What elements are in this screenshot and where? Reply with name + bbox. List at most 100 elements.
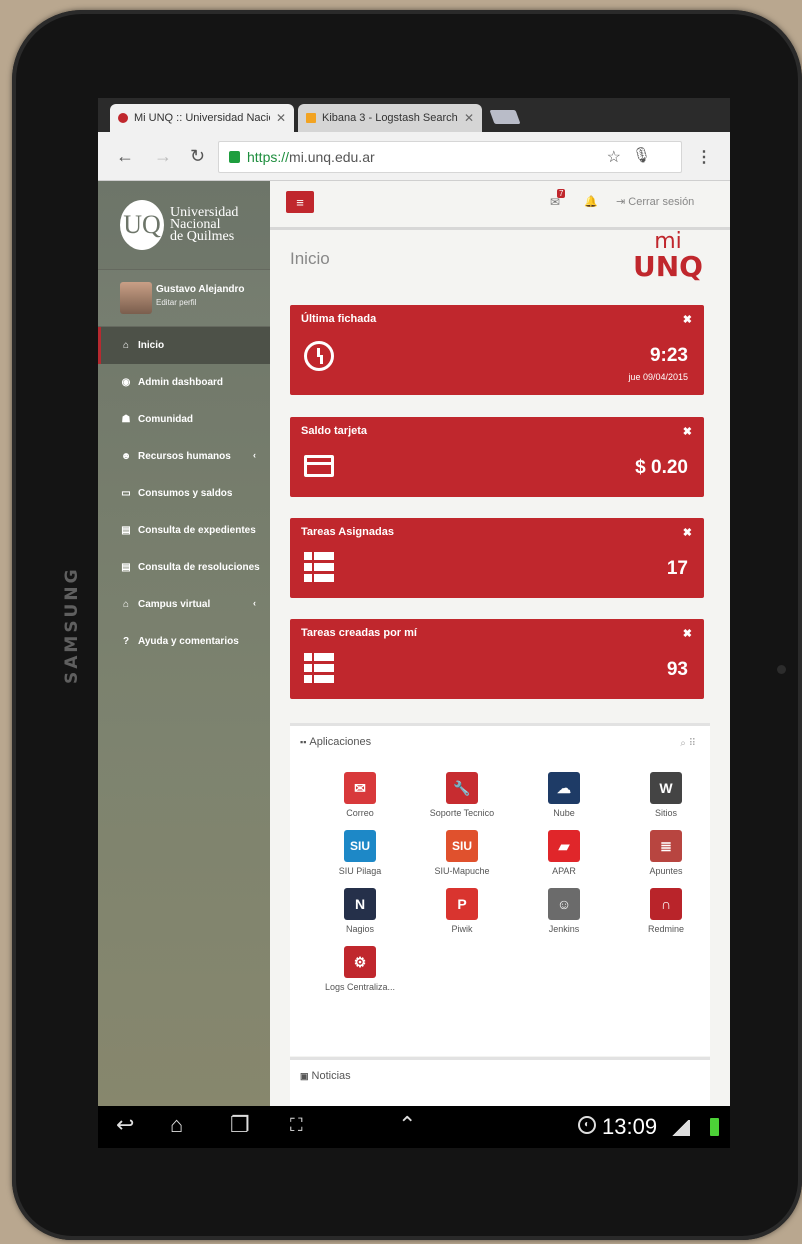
address-bar: ← → ↻ https://mi.unq.edu.ar ☆ 🎙 ⋮ bbox=[98, 132, 730, 181]
siu-pilaga-icon: SIU bbox=[344, 830, 376, 862]
wrench-icon: 🔧 bbox=[446, 772, 478, 804]
app-label: Jenkins bbox=[548, 924, 580, 934]
sidebar-item-recursos-humanos[interactable]: ☻ Recursos humanos ‹ bbox=[98, 438, 270, 475]
card-title: Última fichada bbox=[301, 313, 377, 325]
tab-mi-unq[interactable]: Mi UNQ :: Universidad Nacio ✕ bbox=[110, 104, 294, 132]
sidebar-item-ayuda[interactable]: ? Ayuda y comentarios bbox=[98, 623, 270, 660]
camera-dot bbox=[777, 665, 786, 674]
sidebar-menu: ⌂ Inicio ◉ Admin dashboard ☗ Comunidad ☻ Rec… bbox=[98, 327, 270, 660]
status-clock: 13:09 bbox=[602, 1114, 658, 1139]
app-tile[interactable]: W Sitios bbox=[616, 772, 716, 819]
news-title: Noticias bbox=[311, 1070, 351, 1082]
reload-icon[interactable]: ↻ bbox=[190, 146, 205, 167]
card-tareas-creadas: Tareas creadas por mí ✖ 93 bbox=[290, 619, 704, 699]
avatar[interactable] bbox=[120, 282, 152, 314]
apps-tools: ⌕ ⠿ bbox=[680, 738, 696, 749]
web-app: UQ Universidad Nacional de Quilmes Gusta… bbox=[98, 181, 730, 1106]
app-tile[interactable]: ⚙ Logs Centraliza... bbox=[310, 946, 410, 993]
card-title: Tareas Asignadas bbox=[301, 526, 394, 538]
app-tile[interactable]: SIU SIU Pilaga bbox=[310, 830, 410, 877]
sidebar-item-label: Ayuda y comentarios bbox=[138, 636, 239, 647]
mi-unq-logo: mi UNQ bbox=[630, 231, 706, 281]
sidebar-item-admin-dashboard[interactable]: ◉ Admin dashboard bbox=[98, 364, 270, 401]
newspaper-icon: ▣ bbox=[300, 1071, 309, 1081]
bell-icon[interactable]: 🔔 bbox=[584, 195, 598, 208]
graduation-icon: ⌂ bbox=[122, 599, 130, 610]
close-card-icon[interactable]: ✖ bbox=[683, 627, 692, 640]
back-arrow-icon[interactable]: ← bbox=[116, 146, 134, 167]
card-title: Tareas creadas por mí bbox=[301, 627, 417, 639]
gear-icon: ⚙ bbox=[344, 946, 376, 978]
hamburger-menu-button[interactable]: ≡ bbox=[286, 191, 314, 213]
forward-arrow-icon[interactable]: → bbox=[154, 146, 172, 167]
bookmark-star-icon[interactable]: ☆ bbox=[607, 147, 621, 167]
nagios-icon: N bbox=[344, 888, 376, 920]
new-tab-button[interactable] bbox=[489, 110, 521, 124]
close-tab-icon[interactable]: ✕ bbox=[464, 111, 474, 125]
user-name: Gustavo Alejandro bbox=[156, 284, 245, 295]
mail-icon: ✉ bbox=[344, 772, 376, 804]
screenshot-icon[interactable]: ⛶ bbox=[290, 1115, 303, 1136]
close-card-icon[interactable]: ✖ bbox=[683, 526, 692, 539]
screen: Mi UNQ :: Universidad Nacio ✕ Kibana 3 -… bbox=[98, 98, 730, 1106]
sidebar-item-resoluciones[interactable]: ▤ Consulta de resoluciones bbox=[98, 549, 270, 586]
back-icon[interactable]: ↩ bbox=[116, 1112, 134, 1138]
sidebar-item-campus-virtual[interactable]: ⌂ Campus virtual ‹ bbox=[98, 586, 270, 623]
microphone-icon[interactable]: 🎙 bbox=[632, 146, 651, 164]
app-tile[interactable]: ≣ Apuntes bbox=[616, 830, 716, 877]
university-logo[interactable]: UQ Universidad Nacional de Quilmes bbox=[120, 197, 260, 253]
sidebar-item-label: Recursos humanos bbox=[138, 451, 231, 462]
app-tile[interactable]: SIU SIU-Mapuche bbox=[412, 830, 512, 877]
close-tab-icon[interactable]: ✕ bbox=[276, 111, 286, 125]
card-value: 9:23 bbox=[649, 345, 688, 366]
unq-favicon-icon bbox=[118, 113, 128, 123]
app-label: Apuntes bbox=[649, 866, 683, 876]
list-icon bbox=[304, 653, 334, 683]
app-tile[interactable]: N Nagios bbox=[310, 888, 410, 935]
app-tile[interactable]: ∩ Redmine bbox=[616, 888, 716, 935]
sidebar-item-label: Inicio bbox=[138, 340, 165, 351]
dashboard-icon: ◉ bbox=[121, 377, 131, 388]
app-label: SIU-Mapuche bbox=[434, 866, 490, 876]
sidebar-item-comunidad[interactable]: ☗ Comunidad bbox=[98, 401, 270, 438]
edit-profile-link[interactable]: Editar perfil bbox=[156, 298, 196, 307]
credit-card-icon bbox=[304, 455, 334, 477]
apps-title: Aplicaciones bbox=[309, 736, 372, 748]
search-icon[interactable]: ⌕ bbox=[680, 738, 686, 749]
sidebar-item-label: Admin dashboard bbox=[138, 377, 224, 388]
grid-toggle-icon[interactable]: ⠿ bbox=[689, 738, 696, 749]
app-tile[interactable]: ☁ Nube bbox=[514, 772, 614, 819]
help-icon: ? bbox=[122, 636, 130, 647]
app-tile[interactable]: ✉ Correo bbox=[310, 772, 410, 819]
sidebar-item-expedientes[interactable]: ▤ Consulta de expedientes bbox=[98, 512, 270, 549]
close-card-icon[interactable]: ✖ bbox=[683, 313, 692, 326]
sidebar-item-label: Comunidad bbox=[138, 414, 193, 425]
file-icon: ▤ bbox=[121, 525, 131, 536]
card-saldo-tarjeta: Saldo tarjeta ✖ $ 0.20 bbox=[290, 417, 704, 497]
tab-title: Mi UNQ :: Universidad Nacio bbox=[134, 112, 270, 124]
sidebar-item-label: Consulta de resoluciones bbox=[138, 562, 260, 573]
sidebar-item-consumos[interactable]: ▭ Consumos y saldos bbox=[98, 475, 270, 512]
app-tile[interactable]: 🔧 Soporte Tecnico bbox=[412, 772, 512, 819]
url-input[interactable]: https://mi.unq.edu.ar ☆ 🎙 bbox=[218, 141, 682, 173]
users-icon: ☗ bbox=[121, 414, 131, 425]
card-title: Saldo tarjeta bbox=[301, 425, 368, 437]
app-label: Nube bbox=[553, 808, 575, 818]
menu-kebab-icon[interactable]: ⋮ bbox=[696, 147, 712, 167]
app-tile[interactable]: P Piwik bbox=[412, 888, 512, 935]
app-tile[interactable]: ▰ APAR bbox=[514, 830, 614, 877]
brand-unq: UNQ bbox=[633, 250, 703, 283]
app-tile[interactable]: ☺ Jenkins bbox=[514, 888, 614, 935]
chevron-up-icon[interactable]: ⌃ bbox=[398, 1112, 416, 1138]
piwik-icon: P bbox=[446, 888, 478, 920]
sidebar-item-inicio[interactable]: ⌂ Inicio bbox=[98, 327, 270, 364]
tab-kibana[interactable]: Kibana 3 - Logstash Search ✕ bbox=[298, 104, 482, 132]
close-card-icon[interactable]: ✖ bbox=[683, 425, 692, 438]
list-icon bbox=[304, 552, 334, 582]
android-nav-bar: ↩ ⌂ ❐ ⛶ ⌃ ◐ 13:09 bbox=[98, 1106, 730, 1148]
recent-apps-icon[interactable]: ❐ bbox=[230, 1112, 250, 1138]
tab-strip: Mi UNQ :: Universidad Nacio ✕ Kibana 3 -… bbox=[98, 98, 730, 132]
logout-link[interactable]: ⇥ Cerrar sesión bbox=[616, 195, 694, 208]
url-host: mi.unq.edu.ar bbox=[289, 149, 375, 165]
home-icon[interactable]: ⌂ bbox=[170, 1112, 183, 1138]
